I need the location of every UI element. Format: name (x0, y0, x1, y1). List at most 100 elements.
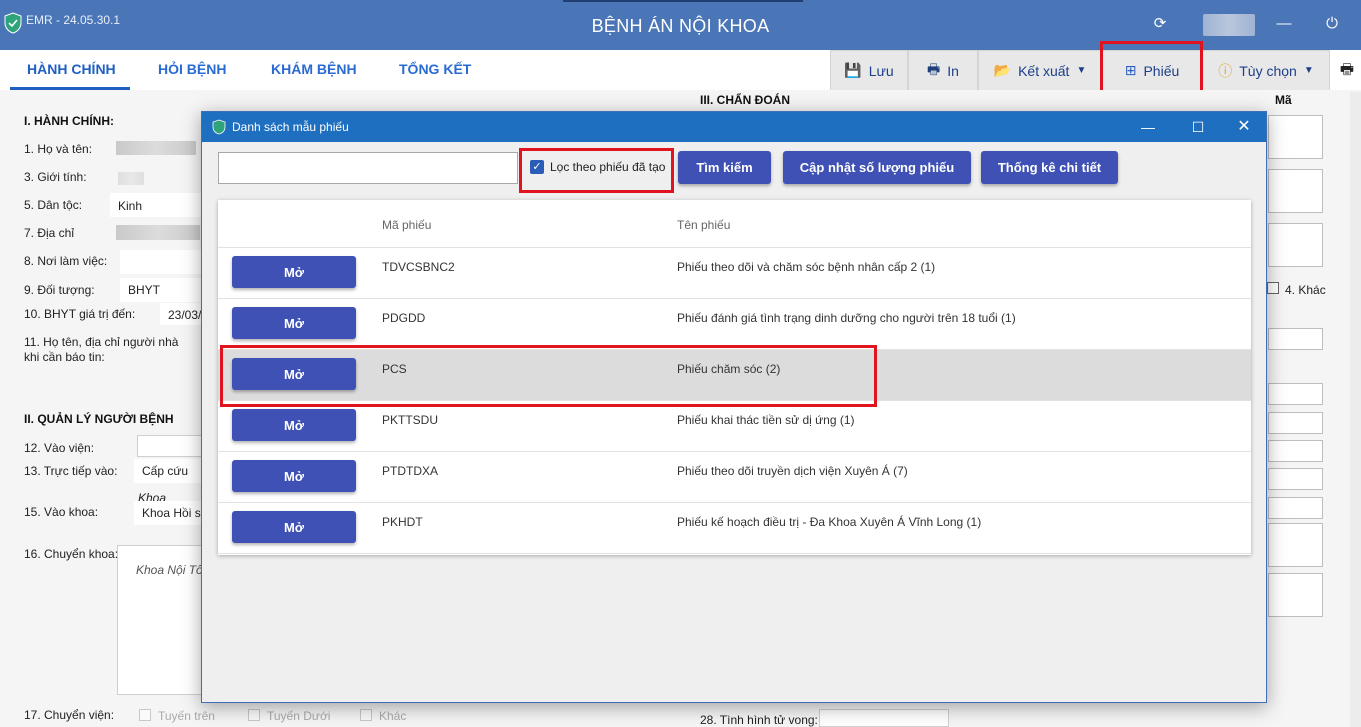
caret-down-icon: ▼ (1076, 65, 1087, 76)
printer-icon: 🖶 (927, 60, 941, 77)
code-field-10[interactable] (1268, 523, 1323, 567)
power-icon[interactable]: ⏻ (1322, 14, 1342, 34)
label-address: 7. Địa chỉ (24, 226, 75, 240)
other-diagnosis-label: 4. Khác (1285, 283, 1326, 297)
table-row-selected[interactable]: Mở PCS Phiếu chăm sóc (2) (218, 350, 1251, 401)
other-label: Khác (379, 709, 407, 723)
section-administrative: I. HÀNH CHÍNH: (24, 114, 114, 128)
other-diagnosis-checkbox[interactable] (1267, 282, 1279, 294)
insurance-expiry-value: 23/03/ (168, 308, 202, 322)
search-input[interactable] (218, 152, 518, 184)
minimize-icon[interactable]: — (1274, 14, 1294, 34)
update-count-button[interactable]: Cập nhật số lượng phiếu (783, 151, 971, 184)
label-relative-1: 11. Họ tên, địa chỉ người nhà (24, 335, 179, 349)
row-name: Phiếu đánh giá tình trạng dinh dưỡng cho… (677, 311, 1016, 325)
export-dropdown[interactable]: 📂 Kết xuất ▼ (978, 50, 1102, 91)
titlebar-accent-strip (563, 0, 803, 2)
label-relative-2: khi cần báo tin: (24, 350, 105, 364)
code-field-8[interactable] (1268, 468, 1323, 490)
form-button[interactable]: ⊞ Phiếu (1102, 50, 1202, 91)
open-button[interactable]: Mở (232, 307, 356, 339)
code-field-7[interactable] (1268, 440, 1323, 462)
table-row[interactable]: Mở PKHDT Phiếu kế hoạch điều trị - Đa Kh… (218, 503, 1251, 554)
table-row[interactable]: Mở PKTTSDU Phiếu khai thác tiền sử dị ứn… (218, 401, 1251, 452)
code-field-1[interactable] (1268, 115, 1323, 159)
row-name: Phiếu theo dõi truyền dịch viện Xuyên Á … (677, 464, 908, 478)
subject-value: BHYT (128, 283, 161, 297)
open-button[interactable]: Mở (232, 409, 356, 441)
checkbox-checked-icon: ✓ (530, 160, 544, 174)
tab-hanh-chinh[interactable]: HÀNH CHÍNH (27, 61, 116, 77)
section-patient-management: II. QUẢN LÝ NGƯỜI BỆNH (24, 412, 174, 426)
row-code: PDGDD (382, 311, 426, 325)
code-field-9[interactable] (1268, 497, 1323, 519)
code-field-11[interactable] (1268, 573, 1323, 617)
form-scrollbar[interactable] (1350, 92, 1361, 727)
label-workplace: 8. Nơi làm việc: (24, 254, 108, 268)
row-name: Phiếu chăm sóc (2) (677, 362, 781, 376)
death-status-field[interactable] (819, 709, 949, 727)
row-code: PTDTDXA (382, 464, 439, 478)
minimize-icon[interactable]: — (1137, 116, 1159, 138)
open-button[interactable]: Mở (232, 256, 356, 288)
row-code: PCS (382, 362, 407, 376)
open-button[interactable]: Mở (232, 358, 356, 390)
open-button[interactable]: Mở (232, 460, 356, 492)
folder-icon: 📂 (993, 62, 1012, 78)
code-field-5[interactable] (1268, 383, 1323, 405)
code-field-4[interactable] (1268, 328, 1323, 350)
workplace-field[interactable] (120, 250, 202, 274)
search-button[interactable]: Tìm kiếm (678, 151, 771, 184)
row-code: PKTTSDU (382, 413, 439, 427)
tab-hoi-benh[interactable]: HỎI BỆNH (158, 61, 226, 77)
caret-down-icon: ▼ (1303, 65, 1314, 76)
open-button[interactable]: Mở (232, 511, 356, 543)
code-field-3[interactable] (1268, 223, 1323, 267)
row-code: TDVCSBNC2 (382, 260, 455, 274)
other-checkbox[interactable] (360, 709, 372, 721)
table-row[interactable]: Mở TDVCSBNC2 Phiếu theo dõi và chăm sóc … (218, 248, 1251, 299)
save-icon: 💾 (844, 62, 862, 78)
window-titlebar: EMR - 24.05.30.1 BỆNH ÁN NỘI KHOA ⟳ — ⏻ (0, 0, 1361, 50)
column-name-header: Tên phiếu (677, 218, 731, 232)
label-department: 15. Vào khoa: (24, 505, 99, 519)
code-field-6[interactable] (1268, 412, 1323, 434)
info-icon: ⓘ (1218, 62, 1233, 79)
table-row[interactable]: Mở PTDTDXA Phiếu theo dõi truyền dịch vi… (218, 452, 1251, 503)
table-row[interactable]: Mở PDGDD Phiếu đánh giá tình trạng dinh … (218, 299, 1251, 350)
maximize-icon[interactable]: ☐ (1187, 116, 1209, 138)
filter-created-checkbox[interactable]: ✓ Lọc theo phiếu đã tạo (530, 160, 665, 174)
dialog-title: Danh sách mẫu phiếu (232, 120, 349, 134)
print-icon[interactable]: 🖶 (1337, 60, 1357, 80)
label-admission: 12. Vào viện: (24, 441, 95, 455)
lower-level-checkbox[interactable] (248, 709, 260, 721)
transfer-department-value: Khoa Nội Tổ (136, 563, 203, 577)
department-value: Khoa Hồi sứ (142, 506, 209, 520)
print-button[interactable]: 🖶 In (908, 50, 978, 91)
row-name: Phiếu theo dõi và chăm sóc bệnh nhân cấp… (677, 260, 936, 274)
form-template-table: Mã phiếu Tên phiếu Mở TDVCSBNC2 Phiếu th… (218, 200, 1251, 555)
lower-level-label: Tuyến Dưới (267, 709, 331, 723)
direct-entry-value: Cấp cứu (142, 464, 189, 478)
close-icon[interactable]: ✕ (1233, 116, 1255, 138)
row-name: Phiếu kế hoạch điều trị - Đa Khoa Xuyên … (677, 515, 982, 529)
tab-kham-benh[interactable]: KHÁM BỆNH (271, 61, 357, 77)
filter-label: Lọc theo phiếu đã tạo (550, 160, 666, 174)
row-code: PKHDT (382, 515, 423, 529)
shield-logo-icon (212, 119, 226, 135)
label-transfer-hospital: 17. Chuyển viện: (24, 708, 115, 722)
code-field-2[interactable] (1268, 169, 1323, 213)
save-button[interactable]: 💾 Lưu (830, 50, 908, 91)
full-name-value (116, 141, 196, 155)
admission-field[interactable] (137, 435, 202, 457)
add-document-icon: ⊞ (1124, 62, 1137, 78)
detailed-stats-button[interactable]: Thống kê chi tiết (981, 151, 1118, 184)
table-header: Mã phiếu Tên phiếu (218, 200, 1251, 248)
tab-tong-ket[interactable]: TỔNG KẾT (399, 61, 471, 77)
options-dropdown[interactable]: ⓘ Tùy chọn ▼ (1202, 50, 1330, 91)
refresh-icon[interactable]: ⟳ (1150, 14, 1170, 34)
label-transfer-department: 16. Chuyển khoa: (24, 547, 119, 561)
upper-level-checkbox[interactable] (139, 709, 151, 721)
ethnicity-value: Kinh (118, 199, 143, 213)
user-name (1203, 14, 1255, 36)
